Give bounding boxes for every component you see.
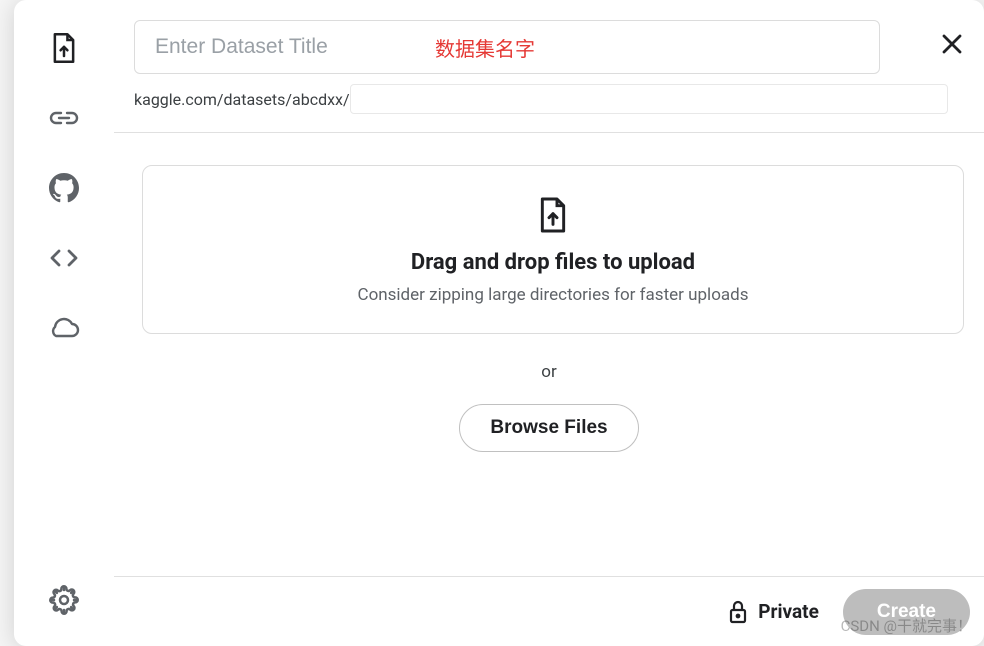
settings-button[interactable] xyxy=(44,580,84,620)
url-slug-input[interactable] xyxy=(350,84,948,114)
lock-icon xyxy=(728,600,748,624)
url-row: kaggle.com/datasets/abcdxx/ xyxy=(134,84,984,114)
code-icon xyxy=(49,248,79,268)
create-dataset-dialog: 数据集名字 kaggle.com/datasets/abcdxx/ Drag a… xyxy=(14,0,984,646)
close-icon xyxy=(941,33,963,55)
dataset-title-input[interactable] xyxy=(155,35,859,59)
upload-zone-icon-wrap xyxy=(537,196,569,234)
drop-zone-subtitle: Consider zipping large directories for f… xyxy=(163,285,943,305)
upload-file-tab[interactable] xyxy=(44,28,84,68)
cloud-tab[interactable] xyxy=(44,308,84,348)
github-icon xyxy=(49,173,79,203)
link-tab[interactable] xyxy=(44,98,84,138)
upload-file-icon xyxy=(537,196,569,234)
upload-file-icon xyxy=(50,32,78,64)
header-row: 数据集名字 xyxy=(114,0,984,74)
gear-icon xyxy=(49,585,79,615)
drop-zone-title: Drag and drop files to upload xyxy=(163,250,943,275)
dialog-footer: Private Create xyxy=(114,576,984,646)
visibility-toggle[interactable]: Private xyxy=(728,600,819,624)
source-sidebar xyxy=(14,0,114,646)
code-tab[interactable] xyxy=(44,238,84,278)
close-button[interactable] xyxy=(938,30,966,58)
title-input-wrap: 数据集名字 xyxy=(134,20,880,74)
cloud-icon xyxy=(48,317,80,339)
link-icon xyxy=(49,110,79,126)
divider xyxy=(114,132,984,133)
browse-files-button[interactable]: Browse Files xyxy=(459,404,638,452)
main-panel: 数据集名字 kaggle.com/datasets/abcdxx/ Drag a… xyxy=(114,0,984,646)
url-prefix: kaggle.com/datasets/abcdxx/ xyxy=(134,90,350,109)
or-label: or xyxy=(114,362,984,382)
create-button[interactable]: Create xyxy=(843,589,970,635)
github-tab[interactable] xyxy=(44,168,84,208)
visibility-label: Private xyxy=(758,600,819,623)
drop-zone[interactable]: Drag and drop files to upload Consider z… xyxy=(142,165,964,334)
